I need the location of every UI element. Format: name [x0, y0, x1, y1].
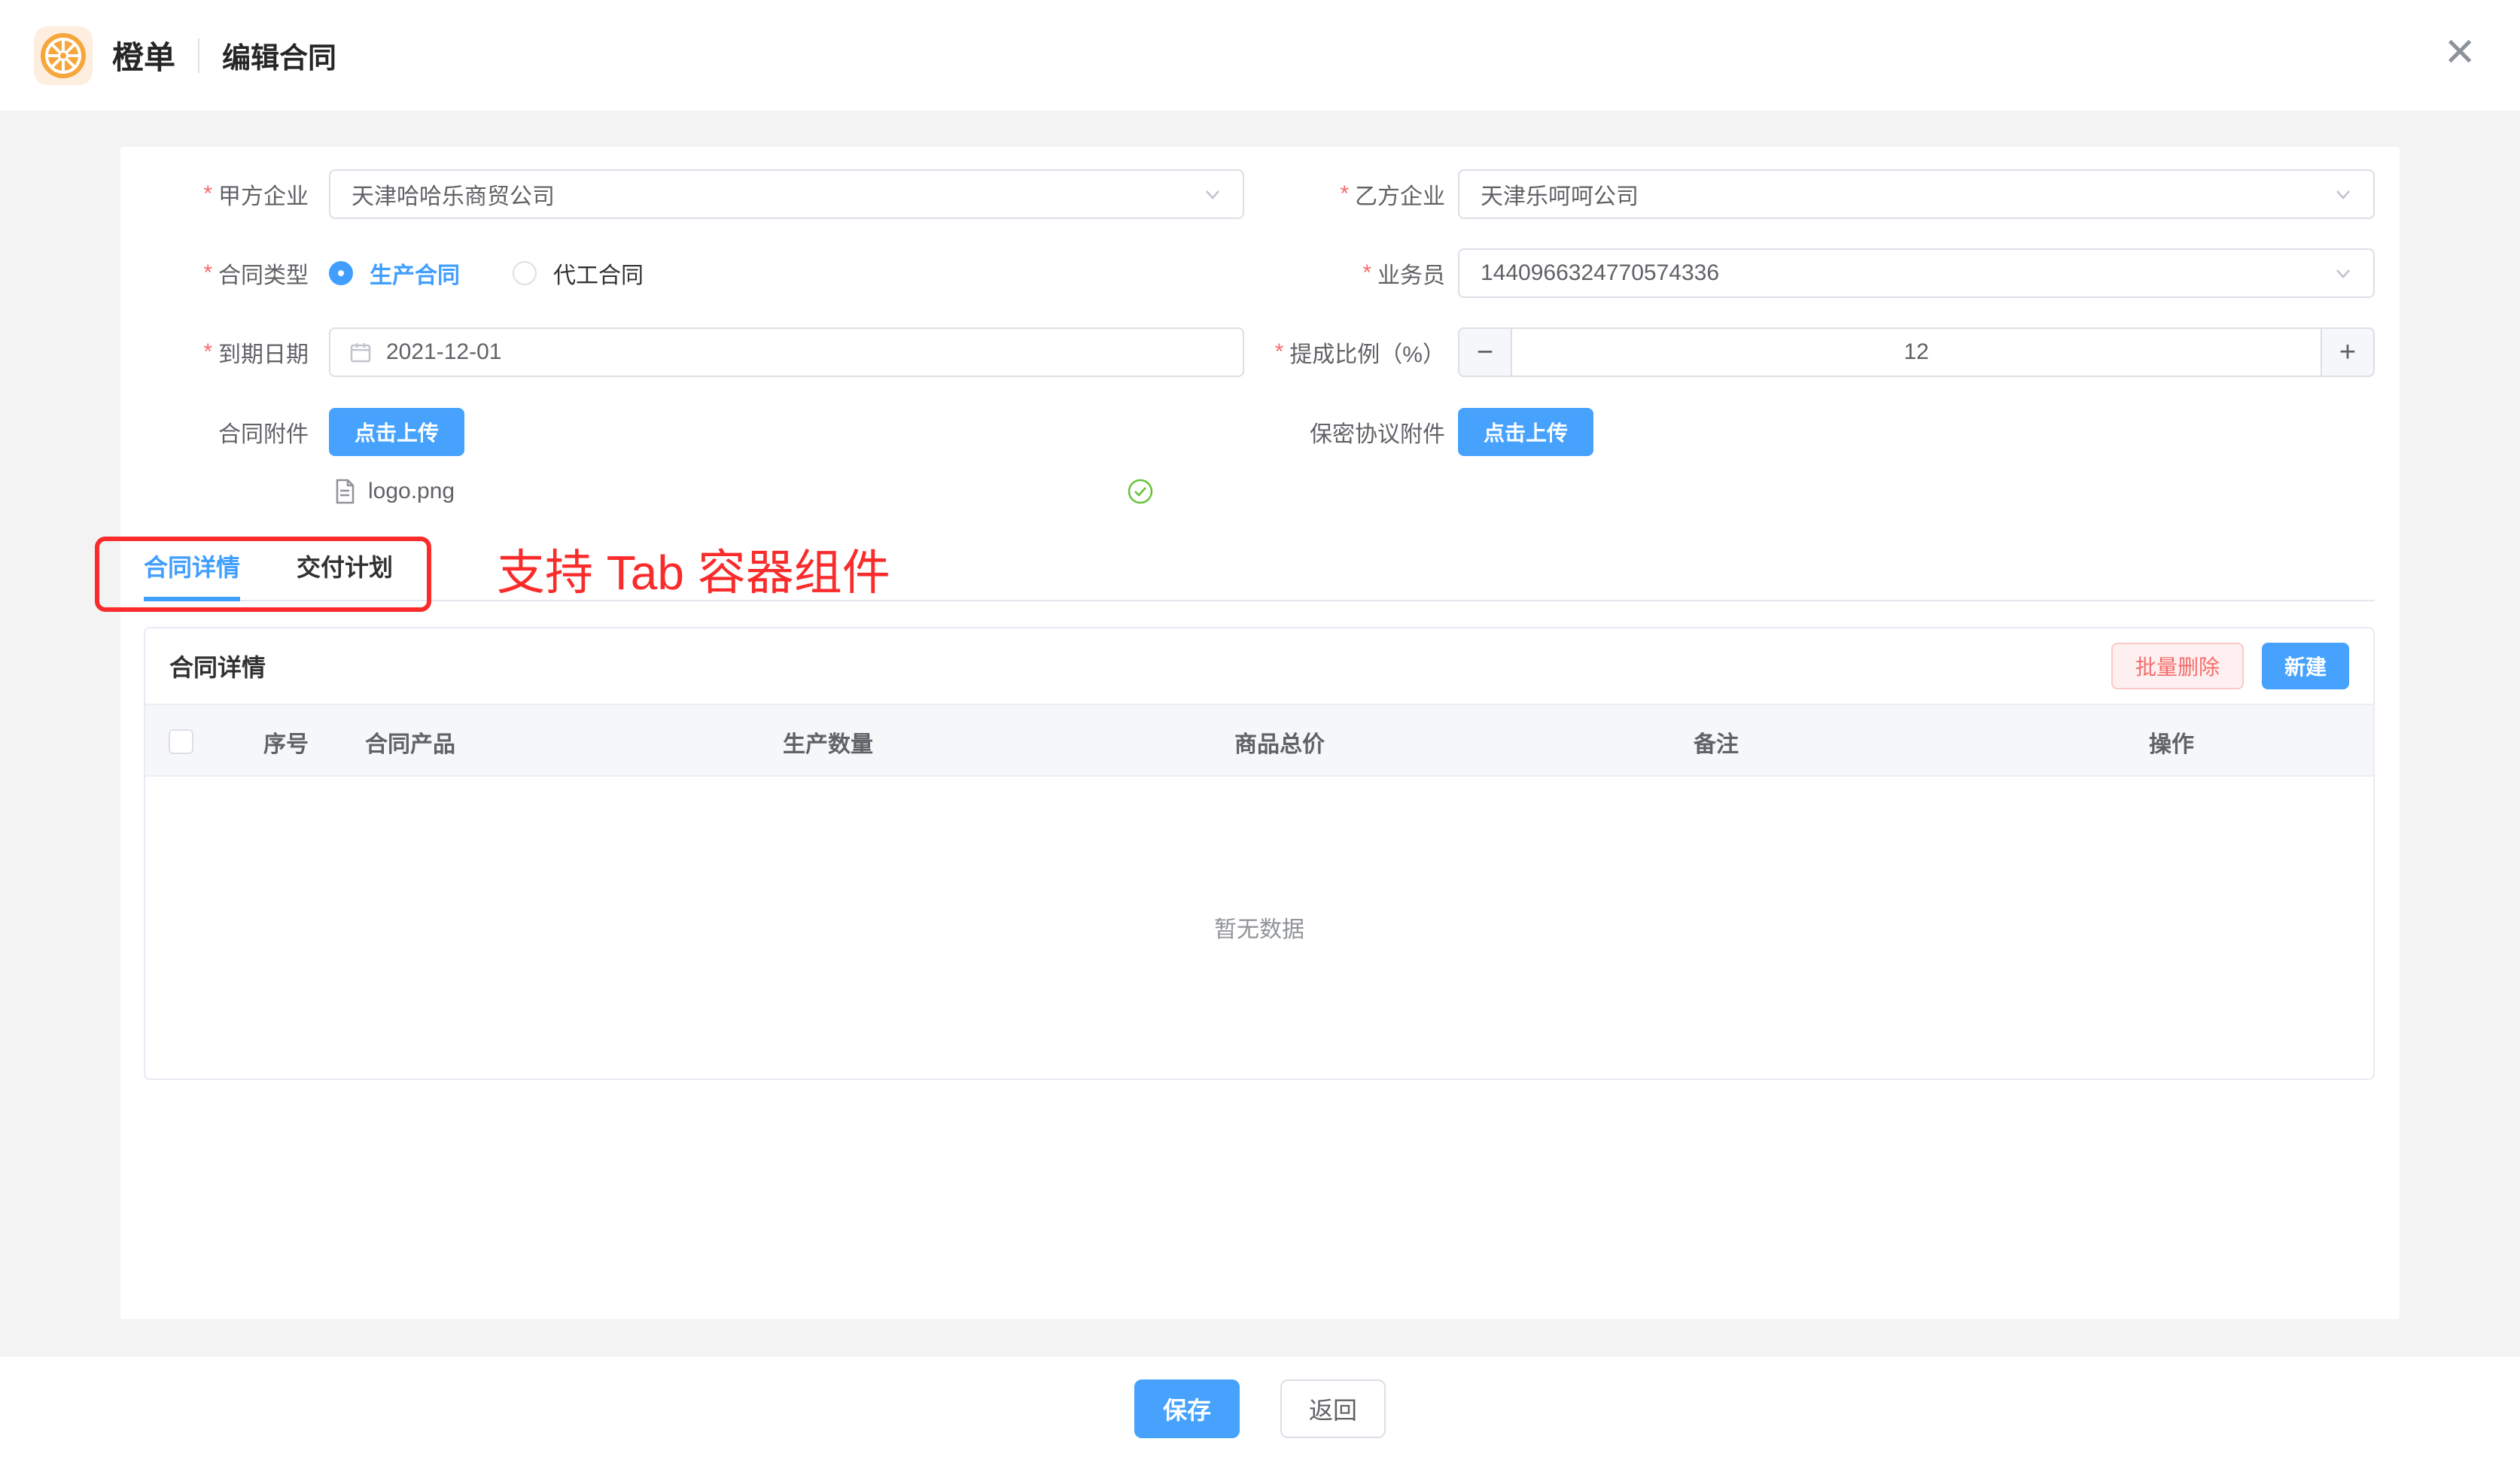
- save-button[interactable]: 保存: [1134, 1379, 1240, 1438]
- column-header-index: 序号: [263, 705, 309, 778]
- radio-unselected-icon: [513, 261, 537, 285]
- app-name: 橙单: [112, 32, 175, 78]
- panel-header: 合同详情 批量删除 新建: [145, 628, 2373, 704]
- file-name: logo.png: [368, 479, 455, 504]
- tabs-underline: [144, 600, 2375, 601]
- nda-upload-button[interactable]: 点击上传: [1458, 408, 1593, 456]
- create-button[interactable]: 新建: [2262, 643, 2349, 689]
- salesman-select[interactable]: 1440966324770574336: [1458, 248, 2375, 298]
- header-divider: [198, 38, 199, 73]
- chevron-down-icon: [2333, 184, 2354, 205]
- commission-value[interactable]: 12: [1512, 329, 2321, 376]
- empty-table-placeholder: 暂无数据: [145, 777, 2373, 1077]
- party-b-label: * 乙方企业: [1144, 169, 1445, 219]
- orange-fruit-icon: [38, 30, 89, 81]
- nda-attachment-label: 保密协议附件: [1144, 408, 1445, 456]
- tab-contract-detail[interactable]: 合同详情: [144, 554, 240, 601]
- page-title: 编辑合同: [222, 35, 336, 76]
- commission-label: * 提成比例（%）: [1144, 327, 1445, 377]
- contract-detail-panel: 合同详情 批量删除 新建 序号 合同产品 生产数量 商品总价 备注 操作 暂无数…: [144, 627, 2375, 1080]
- radio-oem-contract[interactable]: 代工合同: [513, 257, 644, 290]
- column-header-quantity: 生产数量: [783, 705, 873, 778]
- chevron-down-icon: [2333, 263, 2354, 284]
- expire-date-value: 2021-12-01: [373, 339, 515, 365]
- column-header-product: 合同产品: [365, 705, 455, 778]
- commission-stepper: − 12 +: [1458, 327, 2375, 377]
- expire-date-label: * 到期日期: [120, 327, 309, 377]
- batch-delete-button[interactable]: 批量删除: [2111, 643, 2244, 689]
- contract-type-label: * 合同类型: [120, 248, 309, 298]
- edit-contract-card: * 甲方企业 天津哈哈乐商贸公司 * 乙方企业 天津乐呵呵公司 * 合同类型 生…: [120, 147, 2400, 1319]
- expire-date-input[interactable]: 2021-12-01: [329, 327, 1244, 377]
- column-header-total: 商品总价: [1234, 705, 1325, 778]
- salesman-label: * 业务员: [1144, 248, 1445, 298]
- column-header-actions: 操作: [2149, 705, 2194, 778]
- increase-button[interactable]: +: [2321, 329, 2373, 376]
- decrease-button[interactable]: −: [1459, 329, 1512, 376]
- annotation-text: 支持 Tab 容器组件: [497, 531, 890, 607]
- salesman-value: 1440966324770574336: [1459, 260, 2333, 286]
- column-header-remark: 备注: [1694, 705, 1739, 778]
- app-logo: [34, 26, 93, 85]
- contract-attachment-label: 合同附件: [120, 408, 309, 456]
- party-a-label: * 甲方企业: [120, 169, 309, 219]
- radio-production-contract[interactable]: 生产合同: [329, 257, 460, 290]
- calendar-icon: [348, 340, 373, 364]
- footer-bar: 保存 返回: [0, 1357, 2520, 1460]
- required-marker: *: [203, 339, 212, 365]
- upload-success-icon: [1127, 478, 1154, 505]
- required-marker: *: [203, 260, 212, 286]
- party-b-value: 天津乐呵呵公司: [1459, 178, 2333, 211]
- party-b-select[interactable]: 天津乐呵呵公司: [1458, 169, 2375, 219]
- close-icon[interactable]: ✕: [2443, 33, 2476, 72]
- party-a-select[interactable]: 天津哈哈乐商贸公司: [329, 169, 1244, 219]
- required-marker: *: [1362, 260, 1371, 286]
- uploaded-file-item[interactable]: logo.png: [333, 475, 1244, 508]
- radio-selected-icon: [329, 261, 353, 285]
- panel-title: 合同详情: [169, 649, 266, 683]
- tab-bar: 合同详情 交付计划: [144, 554, 393, 601]
- table-header-row: 序号 合同产品 生产数量 商品总价 备注 操作: [145, 704, 2373, 777]
- document-icon: [333, 479, 356, 504]
- required-marker: *: [1275, 339, 1284, 365]
- tab-delivery-plan[interactable]: 交付计划: [297, 554, 393, 601]
- required-marker: *: [203, 181, 212, 207]
- app-header: 橙单 编辑合同 ✕: [0, 0, 2520, 111]
- back-button[interactable]: 返回: [1280, 1379, 1386, 1438]
- select-all-checkbox[interactable]: [169, 729, 193, 754]
- contract-type-radio-group: 生产合同 代工合同: [329, 248, 644, 298]
- contract-upload-button[interactable]: 点击上传: [329, 408, 464, 456]
- required-marker: *: [1340, 181, 1349, 207]
- party-a-value: 天津哈哈乐商贸公司: [330, 178, 1202, 211]
